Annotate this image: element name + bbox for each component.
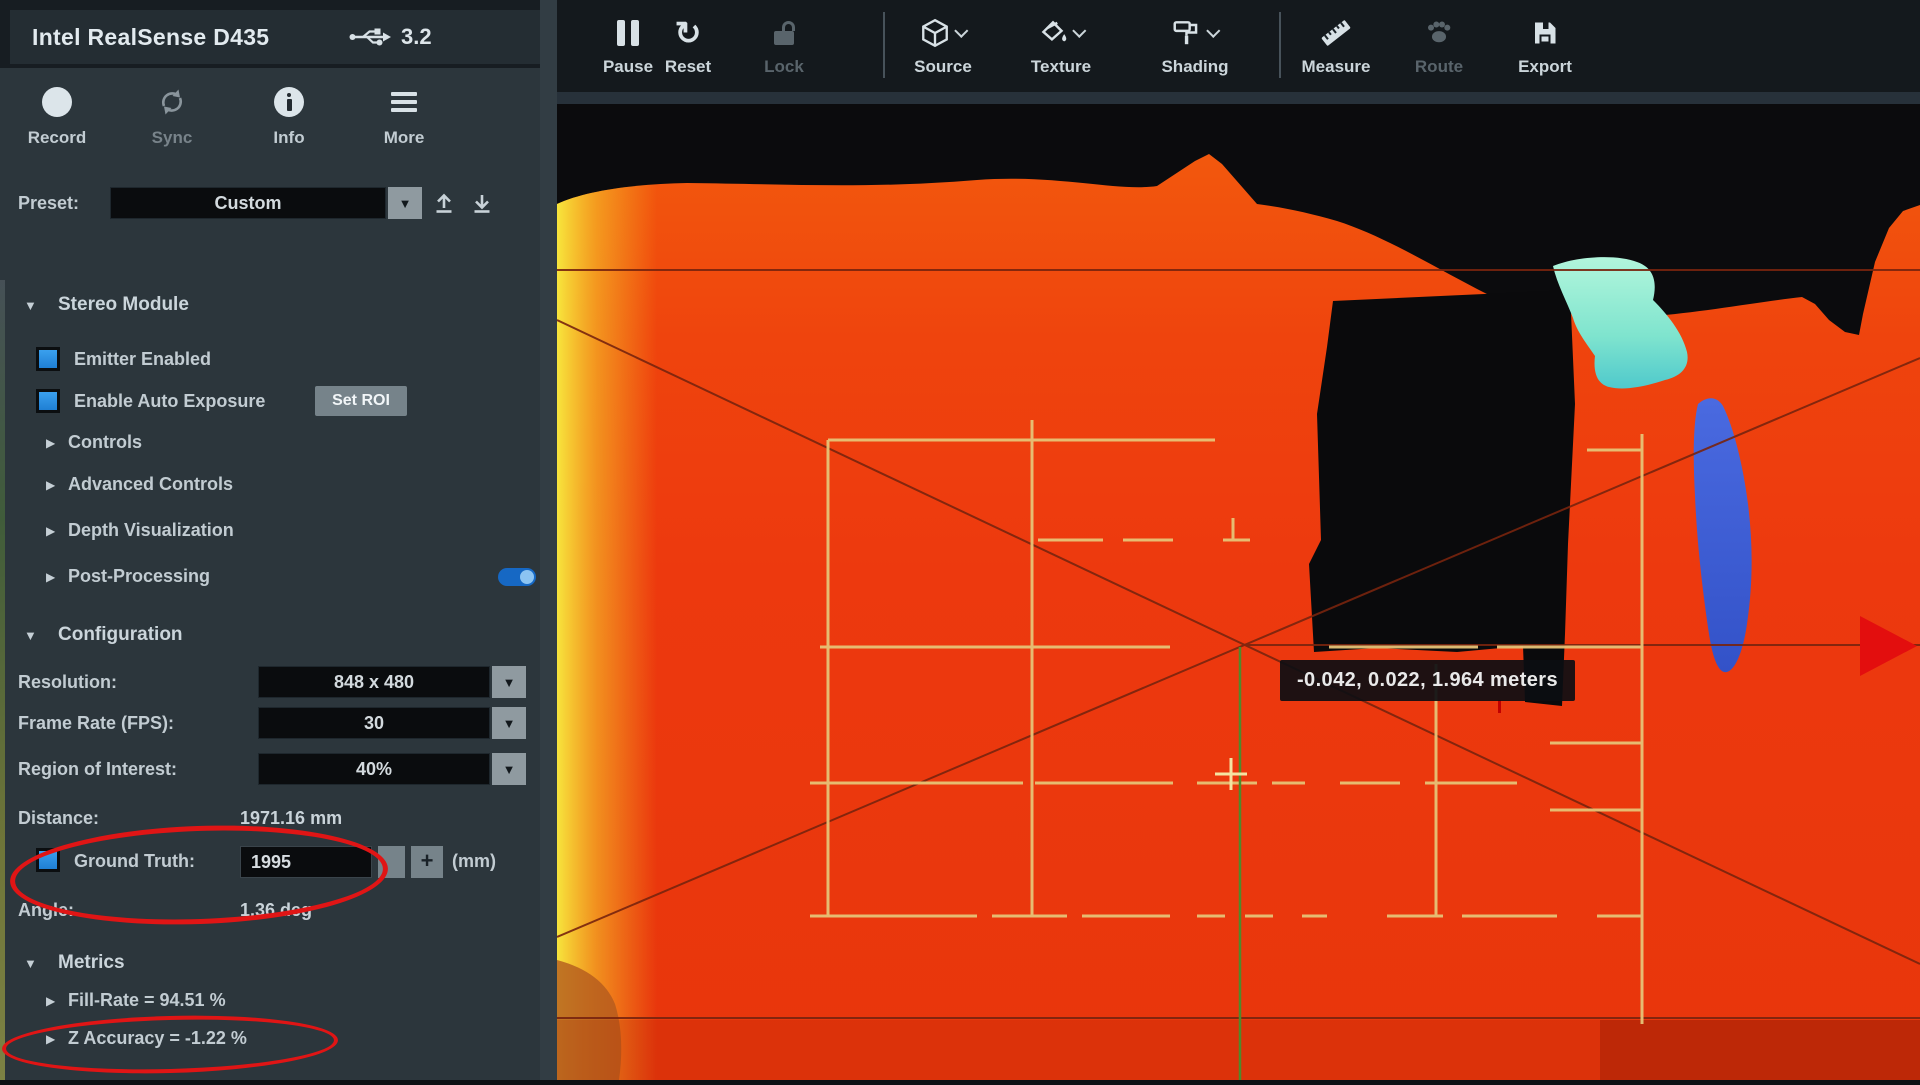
tree-item-post-processing[interactable]: ▶ Post-Processing [0,566,430,592]
expand-triangle-icon: ▶ [46,570,55,584]
measurement-tooltip: -0.042, 0.022, 1.964 meters [1280,660,1575,701]
resolution-label: Resolution: [18,672,117,693]
reset-button[interactable]: ↻ Reset [640,9,736,77]
chevron-down-icon [954,24,968,38]
emitter-label: Emitter Enabled [74,349,211,370]
lock-icon [774,21,794,45]
panel-edge-strip [0,280,5,1080]
resolution-select[interactable]: 848 x 480 [258,666,490,698]
post-processing-toggle[interactable] [498,568,536,586]
expand-triangle-icon: ▶ [46,436,55,450]
metric-z-accuracy[interactable]: ▶ Z Accuracy = -1.22 % [0,1028,430,1054]
route-button: Route [1391,9,1487,77]
viewport-toolbar: Pause ↻ Reset Lock Source Texture [557,0,1920,104]
usb-icon [348,23,394,51]
chevron-down-icon [1072,24,1086,38]
expand-triangle-icon: ▶ [46,1032,55,1046]
ground-truth-input[interactable] [240,846,372,878]
upload-icon [432,191,456,215]
record-button[interactable]: Record [7,76,107,148]
shading-button[interactable]: Shading [1147,9,1243,77]
reset-icon: ↻ [675,13,702,53]
texture-button[interactable]: Texture [1013,9,1109,77]
save-icon [1530,18,1560,48]
info-button[interactable]: Info [239,76,339,148]
framerate-label: Frame Rate (FPS): [18,713,174,734]
expand-triangle-icon: ▶ [46,478,55,492]
export-button[interactable]: Export [1497,9,1593,77]
more-button[interactable]: More [354,76,454,148]
device-header[interactable]: Intel RealSense D435 3.2 [10,10,540,64]
ground-truth-label: Ground Truth: [74,851,195,872]
cube-icon [919,17,951,49]
auto-exposure-label: Enable Auto Exposure [74,391,265,412]
lock-button: Lock [736,9,832,77]
distance-value: 1971.16 mm [240,808,342,829]
collapse-triangle-icon: ▼ [24,628,37,643]
hamburger-icon [391,92,417,111]
set-roi-button[interactable]: Set ROI [315,386,407,416]
framerate-select[interactable]: 30 [258,707,490,739]
collapse-triangle-icon: ▼ [24,298,37,313]
expand-triangle-icon: ▶ [46,524,55,538]
ground-truth-plus-button[interactable]: + [411,846,443,878]
roi-dropdown-arrow-icon[interactable]: ▼ [492,753,526,785]
ruler-icon [1319,16,1353,50]
ground-truth-checkbox[interactable] [36,848,60,872]
collapse-triangle-icon: ▼ [24,956,37,971]
info-icon [274,87,304,117]
toolbar-separator [1279,12,1281,78]
sidebar-scrollbar[interactable] [540,0,557,1080]
preset-row: Preset: Custom ▼ [0,186,540,220]
toolbar-separator [883,12,885,78]
record-icon [42,87,72,117]
angle-label: Angle: [18,900,74,921]
section-configuration[interactable]: ▼ Configuration [0,624,540,650]
paint-roller-icon [1171,17,1203,49]
depth-3d-viewport[interactable]: -0.042, 0.022, 1.964 meters [557,104,1920,1080]
paw-icon [1423,17,1455,49]
angle-value: 1.36 deg [240,900,312,921]
distance-label: Distance: [18,808,99,829]
roi-label: Region of Interest: [18,759,177,780]
pause-icon [617,20,639,46]
usb-version: 3.2 [401,24,432,50]
chevron-down-icon [1206,24,1220,38]
download-icon [470,191,494,215]
measure-button[interactable]: Measure [1288,9,1384,77]
download-preset-button[interactable] [470,191,494,215]
framerate-dropdown-arrow-icon[interactable]: ▼ [492,707,526,739]
roi-select[interactable]: 40% [258,753,490,785]
paint-bucket-icon [1037,17,1069,49]
upload-preset-button[interactable] [432,191,456,215]
device-title: Intel RealSense D435 [32,24,269,51]
metric-fill-rate[interactable]: ▶ Fill-Rate = 94.51 % [0,990,430,1016]
tree-item-depth-visualization[interactable]: ▶ Depth Visualization [0,520,430,546]
expand-triangle-icon: ▶ [46,994,55,1008]
ground-truth-spinner[interactable] [378,846,405,878]
tree-item-advanced-controls[interactable]: ▶ Advanced Controls [0,474,430,500]
preset-label: Preset: [18,186,79,220]
resolution-dropdown-arrow-icon[interactable]: ▼ [492,666,526,698]
auto-exposure-checkbox[interactable] [36,389,60,413]
preset-dropdown-arrow-icon[interactable]: ▼ [388,187,422,219]
emitter-checkbox[interactable] [36,347,60,371]
source-button[interactable]: Source [895,9,991,77]
tree-item-controls[interactable]: ▶ Controls [0,432,430,458]
depth-map-render [557,104,1920,1080]
section-metrics[interactable]: ▼ Metrics [0,952,540,978]
section-stereo-module[interactable]: ▼ Stereo Module [0,294,540,320]
device-panel: Intel RealSense D435 3.2 Record [0,0,540,1080]
sync-button: Sync [122,76,222,148]
sync-icon [157,87,187,117]
preset-select[interactable]: Custom [110,187,386,219]
ground-truth-unit: (mm) [452,851,496,872]
